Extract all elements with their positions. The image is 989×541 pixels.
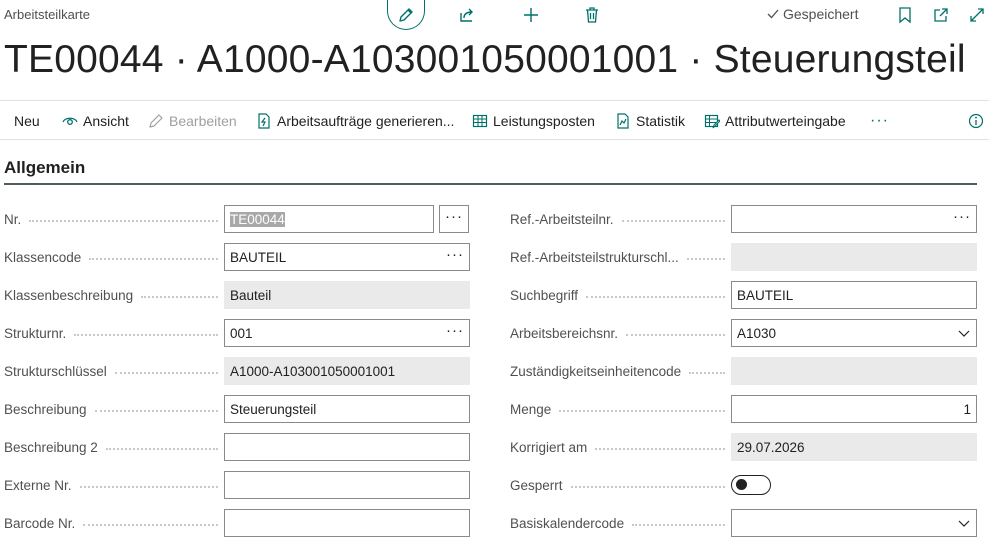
barcode-nr-field[interactable] (224, 509, 470, 537)
top-bar: Arbeitsteilkarte Gespeichert (0, 0, 989, 30)
korrigiert-am-field: 29.07.2026 (731, 433, 977, 461)
share-icon (460, 8, 473, 22)
externe-nr-field[interactable] (224, 471, 470, 499)
nr-value: TE00044 (230, 211, 285, 227)
saved-status: Gespeichert (766, 6, 858, 22)
field-label-korrigiert-am: Korrigiert am (510, 433, 731, 461)
arbeitsbereichsnr-value: A1030 (737, 325, 777, 341)
chevron-down-icon (958, 330, 970, 337)
action-generate-work-orders[interactable]: Arbeitsaufträge generieren... (256, 101, 454, 141)
trash-icon (586, 7, 598, 23)
strukturnr-lookup-button[interactable]: ··· (446, 323, 464, 338)
field-label-suchbegriff: Suchbegriff (510, 281, 731, 309)
expand-icon (970, 8, 984, 22)
action-view-label: Ansicht (83, 113, 129, 129)
strukturschluessel-value: A1000-A103001050001001 (230, 363, 396, 379)
expand-button[interactable] (967, 5, 987, 25)
chevron-down-icon (958, 520, 970, 527)
more-actions-button[interactable]: ··· (870, 101, 889, 141)
field-label-barcode-nr: Barcode Nr. (4, 509, 224, 537)
attribute-icon (704, 114, 720, 129)
chart-icon (617, 113, 629, 129)
field-label-beschreibung2: Beschreibung 2 (4, 433, 224, 461)
new-record-button[interactable] (521, 5, 541, 25)
action-bar: Neu Ansicht Bearbeiten Arbeitsaufträge g… (0, 100, 989, 140)
eye-icon (62, 117, 78, 125)
zustaendigkeit-field (731, 357, 977, 385)
field-label-ref-strukturschluessel: Ref.-Arbeitsteilstrukturschl... (510, 243, 731, 271)
plus-icon (524, 8, 538, 22)
field-label-nr: Nr. (4, 205, 224, 233)
action-attributes[interactable]: Attributwerteingabe (704, 101, 846, 141)
field-label-strukturnr: Strukturnr. (4, 319, 224, 347)
menge-value: 1 (963, 401, 971, 417)
ref-arbeitsteilnr-lookup-button[interactable]: ··· (953, 209, 971, 224)
field-label-ref-arbeitsteilnr: Ref.-Arbeitsteilnr. (510, 205, 731, 233)
klassenbeschreibung-field: Bauteil (224, 281, 470, 309)
suchbegriff-value: BAUTEIL (737, 287, 794, 303)
section-title-general: Allgemein (4, 158, 86, 177)
open-new-window-button[interactable] (931, 5, 951, 25)
toggle-knob (736, 479, 747, 490)
klassenbeschreibung-value: Bauteil (230, 287, 272, 303)
action-generate-label: Arbeitsaufträge generieren... (277, 113, 455, 129)
action-statistics-label: Statistik (636, 113, 686, 129)
action-statistics[interactable]: Statistik (615, 101, 685, 141)
info-icon (968, 113, 984, 129)
menge-field[interactable]: 1 (731, 395, 977, 423)
strukturnr-field[interactable]: 001 ··· (224, 319, 470, 347)
field-label-basiskalendercode: Basiskalendercode (510, 509, 731, 537)
basiskalendercode-select[interactable] (731, 509, 977, 537)
beschreibung2-field[interactable] (224, 433, 470, 461)
section-divider (4, 183, 977, 185)
saved-label: Gespeichert (783, 6, 859, 22)
field-label-externe-nr: Externe Nr. (4, 471, 224, 499)
beschreibung-value: Steuerungsteil (230, 401, 317, 417)
field-label-strukturschluessel: Strukturschlüssel (4, 357, 224, 385)
ref-strukturschluessel-field (731, 243, 977, 271)
klassencode-field[interactable]: BAUTEIL ··· (224, 243, 470, 271)
edit-mode-button[interactable] (387, 0, 425, 30)
suchbegriff-field[interactable]: BAUTEIL (731, 281, 977, 309)
pencil-icon (399, 7, 413, 22)
klassencode-lookup-button[interactable]: ··· (446, 247, 464, 262)
strukturschluessel-field: A1000-A103001050001001 (224, 357, 470, 385)
field-label-menge: Menge (510, 395, 731, 423)
table-icon (472, 114, 488, 128)
page-title: TE00044 · A1000-A103001050001001 · Steue… (4, 38, 966, 81)
delete-button[interactable] (582, 5, 602, 25)
action-entries[interactable]: Leistungsposten (472, 101, 595, 141)
beschreibung-field[interactable]: Steuerungsteil (224, 395, 470, 423)
field-label-arbeitsbereichsnr: Arbeitsbereichsnr. (510, 319, 731, 347)
bookmark-icon (899, 7, 911, 24)
page-type-caption: Arbeitsteilkarte (4, 7, 90, 22)
action-new[interactable]: Neu (14, 101, 40, 141)
action-edit[interactable]: Bearbeiten (148, 101, 237, 141)
document-bolt-icon (258, 113, 270, 129)
arbeitsbereichsnr-select[interactable]: A1030 (731, 319, 977, 347)
gesperrt-toggle[interactable] (731, 475, 771, 495)
action-edit-label: Bearbeiten (169, 113, 237, 129)
strukturnr-value: 001 (230, 325, 253, 341)
field-label-klassencode: Klassencode (4, 243, 224, 271)
action-entries-label: Leistungsposten (493, 113, 595, 129)
share-button[interactable] (457, 5, 477, 25)
ref-arbeitsteilnr-field[interactable]: ··· (731, 205, 977, 233)
klassencode-value: BAUTEIL (230, 249, 287, 265)
nr-field[interactable]: TE00044 (224, 205, 434, 233)
open-new-window-icon (934, 8, 948, 22)
action-view[interactable]: Ansicht (62, 101, 129, 141)
info-button[interactable] (968, 101, 984, 141)
nr-assist-button[interactable]: ··· (439, 205, 469, 233)
field-label-gesperrt: Gesperrt (510, 471, 731, 499)
field-label-klassenbeschreibung: Klassenbeschreibung (4, 281, 224, 309)
action-attributes-label: Attributwerteingabe (725, 113, 846, 129)
action-new-label: Neu (14, 113, 40, 129)
field-label-zustaendigkeit: Zuständigkeitseinheitencode (510, 357, 731, 385)
check-icon (767, 9, 779, 19)
field-label-beschreibung: Beschreibung (4, 395, 224, 423)
bookmark-button[interactable] (895, 5, 915, 25)
korrigiert-am-value: 29.07.2026 (737, 439, 805, 455)
pencil-icon (149, 114, 163, 128)
